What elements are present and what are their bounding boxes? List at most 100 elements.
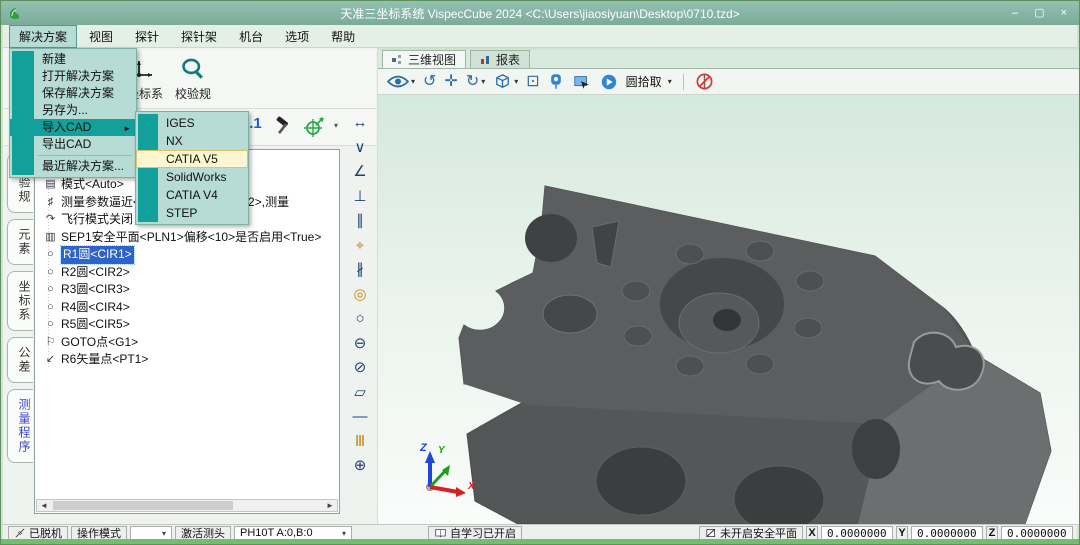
report-icon	[480, 54, 491, 65]
tree-row[interactable]: ⚐GOTO点<G1>	[35, 334, 339, 352]
submenu-item-step[interactable]: STEP	[136, 204, 248, 222]
viewport-canvas[interactable]: Z Y X	[378, 95, 1079, 524]
distance-icon[interactable]: ↔	[353, 111, 368, 136]
rotate-view-button[interactable]: ↺	[423, 74, 436, 90]
tree-horizontal-scrollbar[interactable]: ◄ ►	[36, 499, 338, 512]
circle-pick-dropdown[interactable]: 圆拾取 ▾	[626, 74, 672, 90]
concentricity-icon[interactable]: ◎	[353, 283, 366, 308]
viewport-toolbar: ▾ ↺ ✛ ↻ ▾ ▾ ⊡	[378, 69, 1079, 95]
position-target-icon[interactable]: ⌖	[356, 234, 364, 259]
submenu-item-catia-v4[interactable]: CATIA V4	[136, 186, 248, 204]
circularity-icon[interactable]: ○	[355, 307, 364, 332]
minimize-button[interactable]: –	[1012, 5, 1018, 21]
z-coordinate-value: 0.0000000	[1001, 526, 1073, 540]
tree-row[interactable]: ↙R6矢量点<PT1>	[35, 351, 339, 369]
hammer-tool-button[interactable]	[272, 115, 296, 139]
tab-3d-view[interactable]: 三维视图	[382, 50, 466, 68]
toolbar-separator	[683, 74, 684, 90]
angularity-icon[interactable]: ∦	[356, 258, 364, 283]
y-axis-label: Y	[896, 526, 908, 540]
menu-solution[interactable]: 解决方案	[9, 25, 77, 48]
maximize-button[interactable]: ▢	[1034, 5, 1044, 21]
menu-item-recent-solutions[interactable]: 最近解决方案...	[10, 158, 136, 175]
left-tab-strip: 校验规 元素 坐标系 公差 测量程序	[4, 151, 35, 463]
view-cube-button[interactable]: ▾	[493, 72, 518, 91]
orbit-view-button[interactable]: ↻ ▾	[466, 74, 485, 90]
menu-item-export-cad[interactable]: 导出CAD	[10, 136, 136, 153]
tab-report[interactable]: 报表	[470, 50, 530, 68]
angle-icon[interactable]: ∠	[353, 160, 366, 185]
visibility-button[interactable]: ▾	[387, 74, 415, 90]
operation-mode-dropdown[interactable]: ▾	[130, 526, 172, 540]
parallelism-icon[interactable]: ∥	[356, 209, 364, 234]
menu-probe[interactable]: 探针	[125, 25, 169, 48]
menu-help[interactable]: 帮助	[321, 25, 365, 48]
menu-options[interactable]: 选项	[275, 25, 319, 48]
submenu-item-solidworks[interactable]: SolidWorks	[136, 168, 248, 186]
vector-point-icon: ↙	[43, 351, 58, 369]
tab-tolerance[interactable]: 公差	[7, 337, 33, 383]
gauge-check-button[interactable]: 校验规	[169, 57, 217, 102]
tab-measure-program[interactable]: 测量程序	[7, 389, 33, 463]
operation-mode-label: 操作模式	[71, 526, 127, 540]
toolbar-overflow-button[interactable]: ▾	[334, 121, 338, 145]
cad-import-submenu: IGES NX CATIA V5 SolidWorks CATIA V4 STE…	[135, 111, 249, 225]
menu-item-import-cad[interactable]: 导入CAD ►	[10, 119, 136, 136]
safety-plane-icon: ▥	[43, 229, 58, 247]
runout-icon[interactable]: ⊘	[354, 356, 367, 381]
tree-row[interactable]: ○R4圆<CIR4>	[35, 299, 339, 317]
x-axis-label: X	[806, 526, 818, 540]
angle-between-icon[interactable]: ∨	[355, 136, 366, 161]
tree-row[interactable]: ○R3圆<CIR3>	[35, 281, 339, 299]
active-probe-label: 激活测头	[175, 526, 231, 540]
menu-item-open-solution[interactable]: 打开解决方案	[10, 68, 136, 85]
goto-flag-icon: ⚐	[43, 334, 58, 352]
tree-row[interactable]: ○R2圆<CIR2>	[35, 264, 339, 282]
fit-view-button[interactable]: ⊡	[526, 74, 539, 90]
circle-feature-icon: ○	[43, 264, 58, 282]
gdt-toolbar: ↔ ∨ ∠ ⊥ ∥ ⌖ ∦ ◎ ○ ⊖ ⊘ ▱ ― Ⅲ ⊕	[345, 111, 375, 513]
probe-target-button[interactable]	[302, 115, 326, 139]
menu-item-save-solution[interactable]: 保存解决方案	[10, 85, 136, 102]
probe-disable-button[interactable]	[695, 72, 714, 91]
pin-icon	[548, 72, 564, 91]
offline-status: 已脱机	[8, 526, 68, 540]
scrollbar-thumb[interactable]	[53, 501, 233, 510]
submenu-item-iges[interactable]: IGES	[136, 114, 248, 132]
flatness-icon[interactable]: ▱	[354, 381, 366, 406]
locate-pin-button[interactable]	[548, 72, 564, 91]
active-probe-dropdown[interactable]: PH10T A:0,B:0▾	[234, 526, 352, 540]
submenu-item-catia-v5[interactable]: CATIA V5	[136, 150, 248, 168]
submenu-arrow-icon: ►	[123, 120, 131, 137]
menu-view[interactable]: 视图	[79, 25, 123, 48]
pan-view-button[interactable]: ✛	[444, 74, 457, 90]
tree-row[interactable]: ▥SEP1安全平面<PLN1>偏移<10>是否启用<True>	[35, 229, 339, 247]
submenu-item-nx[interactable]: NX	[136, 132, 248, 150]
axis-x-label: X	[467, 481, 476, 492]
menu-item-save-as[interactable]: 另存为...	[10, 102, 136, 119]
tree-row-selected[interactable]: ○R1圆<CIR1>	[35, 246, 339, 264]
probe-disabled-icon	[695, 72, 714, 91]
perpendicularity-icon[interactable]: ⊥	[353, 185, 366, 210]
tab-elements[interactable]: 元素	[7, 219, 33, 265]
profile-icon[interactable]: Ⅲ	[355, 430, 365, 455]
scroll-left-arrow[interactable]: ◄	[37, 501, 51, 510]
close-button[interactable]: ×	[1061, 5, 1067, 21]
self-learn-button[interactable]: 自学习已开启	[428, 526, 522, 540]
window-select-button[interactable]	[572, 73, 592, 91]
viewport-tab-strip: 三维视图 报表	[378, 50, 1079, 69]
menu-probe-rack[interactable]: 探针架	[171, 25, 227, 48]
tab-coordinate-system[interactable]: 坐标系	[7, 271, 33, 331]
tree-row[interactable]: ○R5圆<CIR5>	[35, 316, 339, 334]
true-position-icon[interactable]: ⊕	[354, 454, 367, 479]
3d-view-icon	[392, 54, 403, 65]
menu-item-new[interactable]: 新建	[10, 51, 136, 68]
scroll-right-arrow[interactable]: ►	[323, 501, 337, 510]
offline-plug-icon	[14, 527, 26, 539]
menu-machine[interactable]: 机台	[229, 25, 273, 48]
solution-menu: 新建 打开解决方案 保存解决方案 另存为... 导入CAD ► 导出CAD 最近…	[9, 48, 137, 178]
symmetry-icon[interactable]: ⊖	[354, 332, 367, 357]
play-button[interactable]	[600, 73, 618, 91]
straightness-icon[interactable]: ―	[353, 405, 368, 430]
circle-feature-icon: ○	[43, 281, 58, 299]
